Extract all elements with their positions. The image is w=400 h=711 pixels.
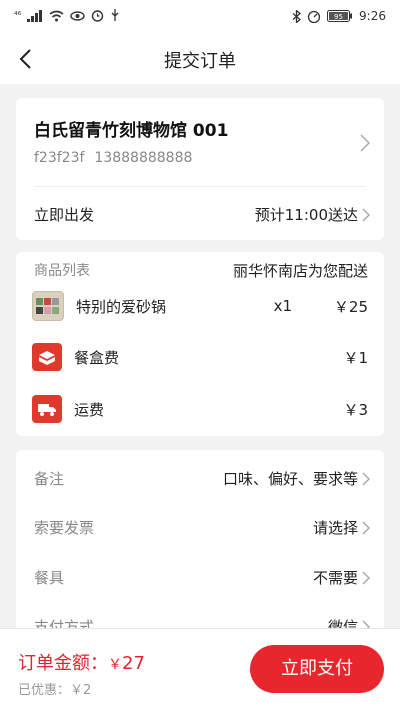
list-item: 特别的爱砂锅 x1 ￥25 [32,291,368,321]
speed-icon [307,10,321,23]
option-label: 餐具 [34,569,65,587]
network-badge: ⁴⁶ [14,10,22,21]
item-qty: x1 [273,297,292,315]
delivery-time-selector[interactable]: 预计11:00送达 [255,204,370,225]
item-name: 餐盒费 [74,348,120,367]
option-label: 索要发票 [34,519,95,537]
chevron-right-icon [362,471,370,486]
chevron-right-icon [360,134,371,152]
alarm-icon [92,10,104,22]
divider [34,186,366,187]
chevron-right-icon [362,207,370,222]
chevron-right-icon [362,570,370,585]
truck-icon [32,395,62,423]
eye-icon [70,10,85,21]
food-thumbnail [32,291,64,321]
contact-phone: 13888888888 [94,150,193,166]
order-total: 订单金额：￥27 [18,649,145,675]
store-name: 白氏留青竹刻博物馆 001 [34,121,229,141]
option-value: 请选择 [312,519,358,537]
usb-icon [111,9,119,21]
list-item: 餐盒费 ￥1 [32,343,368,371]
discount-text: 已优惠：￥2 [18,683,92,698]
option-value: 不需要 [312,569,358,587]
invoice-row[interactable]: 索要发票 请选择 [34,517,370,541]
item-price: ￥25 [333,297,368,316]
remarks-row[interactable]: 备注 口味、偏好、要求等 [34,468,370,492]
tableware-row[interactable]: 餐具 不需要 [34,567,370,591]
bluetooth-icon [292,9,302,23]
eta-text: 预计11:00送达 [254,206,358,224]
list-item: 运费 ￥3 [32,395,368,423]
option-label: 备注 [34,470,65,488]
total-currency: ￥ [108,657,122,673]
pay-now-button[interactable]: 立即支付 [250,645,384,693]
item-name: 运费 [74,400,105,419]
option-value: 口味、偏好、要求等 [222,470,358,488]
goods-list-header: 商品列表 [34,263,90,279]
total-label: 订单金额： [18,653,108,674]
item-price: ￥3 [343,400,368,419]
chevron-right-icon [362,520,370,535]
item-name: 特别的爱砂锅 [76,297,167,316]
status-time: 9:26 [359,9,386,23]
delivery-store: 丽华怀南店为您配送 [232,262,368,280]
signal-icon [27,9,43,22]
address-card: 白氏留青竹刻博物馆 001 f23f23f 13888888888 立即出发 预计… [16,98,384,240]
status-bar: ⁴⁶ 95 9:26 [0,0,400,34]
nav-bar: 提交订单 [0,34,400,84]
depart-label: 立即出发 [34,206,95,224]
address-select-button[interactable] [360,134,371,156]
wifi-icon [49,10,64,21]
battery-icon: 95 [327,10,353,22]
battery-level: 95 [334,13,343,21]
total-amount: 27 [122,653,145,674]
goods-card: 商品列表 丽华怀南店为您配送 特别的爱砂锅 x1 ￥25 餐盒费 ￥1 运费 ￥… [16,252,384,436]
lunchbox-icon [32,343,62,371]
checkout-bar: 订单金额：￥27 已优惠：￥2 立即支付 [0,628,400,711]
contact-info: f23f23f 13888888888 [34,150,202,166]
item-price: ￥1 [343,348,368,367]
page-title: 提交订单 [164,51,236,72]
contact-name: f23f23f [34,150,85,166]
